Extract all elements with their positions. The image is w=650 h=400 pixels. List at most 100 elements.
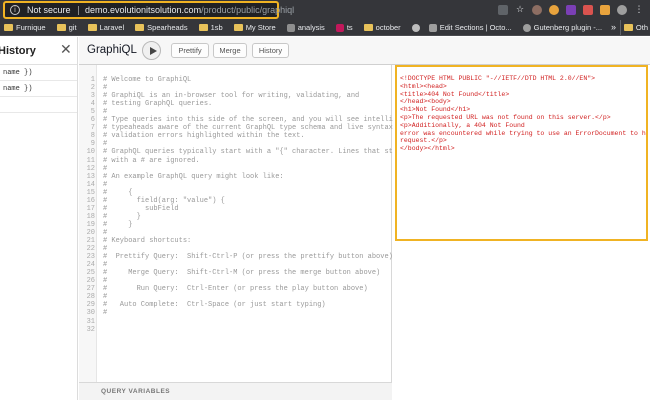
line-number: 26: [86, 277, 95, 286]
line-number: 28: [86, 293, 95, 302]
line-number: 3: [90, 92, 95, 101]
line-number: 20: [86, 228, 95, 237]
code-line: # }: [103, 212, 141, 221]
extension-icon[interactable]: [549, 5, 559, 15]
history-item[interactable]: name }): [0, 81, 77, 97]
bookmark-folder[interactable]: Spearheads: [135, 23, 188, 32]
code-line: # An example GraphQL query might look li…: [103, 172, 284, 181]
site-icon: [411, 23, 420, 32]
line-number: 11: [86, 156, 95, 165]
profile-icon[interactable]: [617, 5, 627, 15]
history-header: History ✕: [0, 37, 77, 65]
history-item[interactable]: name }): [0, 65, 77, 81]
puzzle-icon[interactable]: [600, 5, 610, 15]
info-icon[interactable]: i: [10, 5, 20, 15]
result-line: <!DOCTYPE HTML PUBLIC "-//IETF//DTD HTML…: [400, 75, 596, 82]
bookmark-link[interactable]: ts: [335, 23, 353, 32]
site-icon: [522, 23, 531, 32]
security-label[interactable]: Not secure: [27, 5, 71, 15]
play-icon: [150, 46, 157, 55]
code-line: # with a # are ignored.: [103, 156, 200, 165]
url-host: demo.evolutionitsolution.com: [85, 5, 202, 15]
url-divider: [78, 6, 79, 15]
folder-icon: [198, 24, 208, 31]
prettify-button[interactable]: Prettify: [171, 43, 209, 58]
folder-icon: [363, 24, 373, 31]
code-line: #: [103, 140, 108, 149]
extension-icon[interactable]: [566, 5, 576, 15]
url-text[interactable]: demo.evolutionitsolution.com/product/pub…: [85, 5, 294, 15]
line-number: 32: [86, 325, 95, 334]
folder-icon: [87, 24, 97, 31]
history-title: History: [0, 45, 36, 57]
code-line: #: [103, 309, 108, 318]
folder-icon: [56, 24, 66, 31]
result-pane: <!DOCTYPE HTML PUBLIC "-//IETF//DTD HTML…: [393, 65, 650, 400]
extension-icon[interactable]: [583, 5, 593, 15]
code-line: #: [103, 108, 108, 117]
camera-icon[interactable]: [498, 5, 508, 15]
line-number: 22: [86, 245, 95, 254]
code-line: #: [103, 164, 108, 173]
result-line: <h1>Not Found</h1>: [400, 106, 471, 114]
bookmark-link[interactable]: Gutenberg plugin -...: [522, 23, 602, 32]
line-number: 13: [86, 172, 95, 181]
cookie-icon[interactable]: [532, 5, 542, 15]
bookmark-link[interactable]: Edit Sections | Octo...: [428, 23, 512, 32]
code-line: # subField: [103, 204, 179, 213]
query-editor[interactable]: 1 # Welcome to GraphiQL 2 #3 # GraphiQL is a…: [79, 65, 410, 400]
line-number: 18: [86, 212, 95, 221]
code-line: #: [103, 245, 108, 254]
history-pane: History ✕ name }) name }): [0, 37, 78, 400]
line-number: 14: [86, 180, 95, 189]
line-number: 12: [86, 164, 95, 173]
site-icon: [286, 23, 295, 32]
bookmarks-more-button[interactable]: »: [611, 22, 616, 32]
bookmark-folder[interactable]: My Store: [233, 23, 276, 32]
code-line: # Welcome to GraphiQL: [103, 76, 192, 84]
result-line: </head><body>: [400, 98, 451, 106]
code-line: # testing GraphQL queries.: [103, 100, 213, 109]
result-line: <html><head>: [400, 82, 447, 90]
line-number: 31: [86, 317, 95, 326]
url-field[interactable]: i Not secure demo.evolutionitsolution.co…: [3, 1, 294, 19]
line-number: 6: [90, 116, 95, 125]
code-line: #: [103, 293, 108, 302]
line-number: 29: [86, 301, 95, 310]
bookmark-link[interactable]: [411, 23, 423, 32]
code-line: # GraphiQL is an in-browser tool for wri…: [103, 92, 360, 101]
line-number: 25: [86, 269, 95, 278]
line-number: 4: [90, 100, 95, 109]
bookmark-folder[interactable]: Laravel: [87, 23, 124, 32]
other-bookmarks[interactable]: Oth: [619, 20, 650, 35]
result-line: <title>404 Not Found</title>: [400, 90, 510, 98]
code-line: # Merge Query: Shift-Ctrl-M (or press th…: [103, 269, 381, 278]
bookmark-folder[interactable]: october: [363, 23, 401, 32]
line-number: 7: [90, 124, 95, 133]
star-icon[interactable]: ☆: [515, 5, 525, 15]
bookmark-link[interactable]: analysis: [286, 23, 325, 32]
merge-button[interactable]: Merge: [213, 43, 247, 58]
code-line: # {: [103, 188, 133, 197]
bookmark-folder[interactable]: 1sb: [198, 23, 223, 32]
site-icon: [335, 23, 344, 32]
code-line: # GraphQL queries typically start with a…: [103, 148, 410, 157]
line-number: 9: [90, 140, 95, 149]
close-icon[interactable]: ✕: [60, 42, 72, 58]
result-line: request.</p>: [400, 137, 447, 145]
line-number: 2: [90, 84, 95, 93]
code-line: #: [103, 261, 108, 270]
result-line: </body></html>: [400, 145, 455, 153]
line-number: 17: [86, 204, 95, 213]
result-line: <p>The requested URL was not found on th…: [400, 114, 611, 121]
bookmark-folder[interactable]: Furnique: [4, 23, 46, 32]
query-variables-bar[interactable]: QUERY VARIABLES: [79, 382, 392, 400]
browser-extensions: ☆ ⋮: [498, 3, 644, 17]
execute-query-button[interactable]: [142, 41, 161, 60]
history-item[interactable]: [0, 97, 77, 113]
code-line: # field(arg: "value") {: [103, 196, 225, 205]
menu-icon[interactable]: ⋮: [634, 5, 644, 15]
folder-icon: [623, 24, 633, 31]
history-button[interactable]: History: [252, 43, 289, 58]
bookmark-folder[interactable]: git: [56, 23, 77, 32]
